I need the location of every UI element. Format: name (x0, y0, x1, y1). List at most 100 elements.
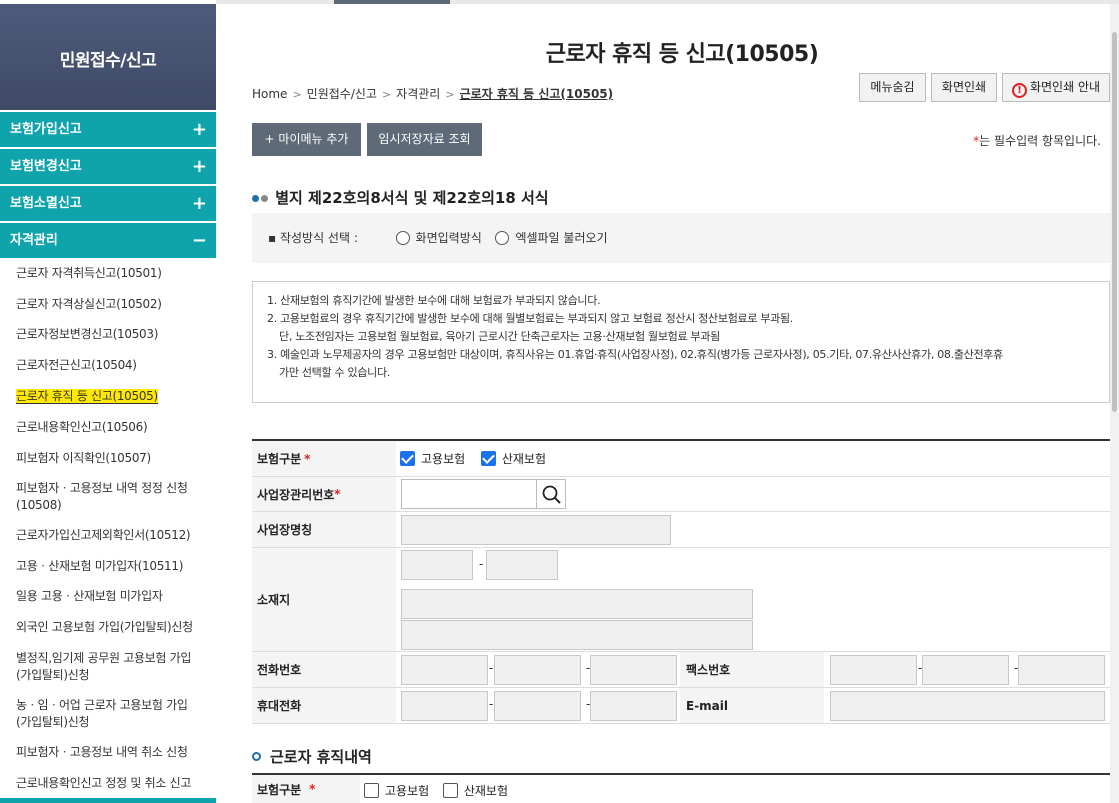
sidebar-section-label: 보험변경신고 (10, 159, 82, 174)
insurance-type-label: 보험구분 * (252, 441, 396, 476)
hide-menu-button[interactable]: 메뉴숨김 (859, 73, 926, 102)
sidebar-item-foreigner[interactable]: 외국인 고용보험 가입(가입탈퇴)신청 (16, 619, 212, 636)
checkbox-checked-icon (480, 451, 496, 466)
sidebar: 민원접수/신고 보험가입신고 + 보험변경신고 + 보험소멸신고 + 자격관리 … (0, 0, 216, 803)
radio-excel-import[interactable]: 엑셀파일 불러오기 (495, 231, 608, 245)
leave-insurance-options: 고용보험 산재보험 (364, 782, 508, 799)
biz-name-field (401, 515, 671, 545)
sidebar-item-10505-active[interactable]: 근로자 휴직 등 신고(10505) (16, 388, 212, 405)
phone-field-2 (494, 655, 581, 685)
method-select: ▪ 작성방식 선택 : 화면입력방식 엑셀파일 불러오기 (268, 231, 608, 245)
top-tab-active-indicator (334, 0, 450, 4)
leave-insurance-type-label: 보험구분 * (252, 775, 360, 803)
temp-saved-lookup-button[interactable]: 임시저장자료 조회 (367, 123, 482, 156)
sidebar-item-civil-servant[interactable]: 별정직,임기제 공무원 고용보험 가입 (가입탈퇴)신청 (16, 650, 212, 684)
sidebar-section-label: 보험소멸신고 (10, 196, 82, 211)
sidebar-item-daily-uninsured[interactable]: 일용 고용ㆍ산재보험 미가입자 (16, 588, 212, 605)
sidebar-item-10511[interactable]: 고용ㆍ산재보험 미가입자(10511) (16, 558, 212, 575)
notice-line: 3. 예술인과 노무제공자의 경우 고용보험만 대상이며, 휴직사유는 01.휴… (267, 348, 1003, 361)
address-field-2 (401, 620, 753, 650)
chevron-right-icon: > (292, 88, 302, 101)
radio-icon (495, 231, 510, 245)
print-button[interactable]: 화면인쇄 (931, 73, 997, 102)
checkbox-checked-icon (400, 451, 415, 466)
fax-field-2 (922, 655, 1009, 685)
fax-label: 팩스번호 (680, 652, 824, 687)
sidebar-item-10508[interactable]: 피보험자ㆍ고용정보 내역 정정 신청 (10508) (16, 480, 212, 514)
sidebar-item-10501[interactable]: 근로자 자격취득신고(10501) (16, 265, 212, 282)
breadcrumb: Home > 민원접수/신고 > 자격관리 > 근로자 휴직 등 신고(10505) (252, 85, 613, 102)
fax-field-3 (1018, 655, 1105, 685)
search-icon (542, 485, 561, 504)
scrollbar-thumb[interactable] (1112, 32, 1117, 412)
required-note: *는 필수입력 항목입니다. (973, 134, 1101, 148)
sidebar-item-10506[interactable]: 근로내용확인신고(10506) (16, 419, 212, 436)
sidebar-section-label: 보험가입신고 (10, 122, 82, 137)
notice-line: 2. 고용보험료의 경우 휴직기간에 발생한 보수에 대해 월별보험료는 부과되… (267, 312, 794, 325)
sidebar-item-cancel-request[interactable]: 피보험자ㆍ고용정보 내역 취소 신청 (16, 744, 212, 761)
zip-field-2 (486, 550, 558, 580)
mobile-field-2 (494, 691, 581, 721)
notice-line: 가만 선택할 수 있습니다. (279, 366, 390, 379)
fax-field-1 (830, 655, 917, 685)
row-biz-name: 사업장명칭 (252, 512, 1110, 548)
sidebar-section-insurance-join[interactable]: 보험가입신고 + (0, 112, 216, 147)
checkbox-unchecked-icon (442, 783, 458, 798)
leave-industrial-insurance-checkbox[interactable]: 산재보험 (442, 783, 508, 798)
row-biz-no: 사업장관리번호 * (252, 477, 1110, 512)
sidebar-section-insurance-change[interactable]: 보험변경신고 + (0, 149, 216, 184)
breadcrumb-home[interactable]: Home (252, 87, 287, 101)
email-label: E-mail (680, 688, 824, 723)
dash: - (489, 697, 494, 711)
sidebar-item-10507[interactable]: 피보험자 이직확인(10507) (16, 450, 212, 467)
mobile-field-3 (590, 691, 677, 721)
biz-no-input[interactable] (401, 479, 537, 509)
chevron-right-icon: > (381, 88, 392, 101)
phone-label: 전화번호 (252, 652, 396, 687)
phone-field-1 (401, 655, 488, 685)
sidebar-item-correction-cancel[interactable]: 근로내용확인신고 정정 및 취소 신고 (16, 775, 212, 792)
sidebar-section-qualification[interactable]: 자격관리 − (0, 223, 216, 258)
search-button[interactable] (536, 479, 566, 509)
sidebar-item-agri-worker[interactable]: 농ㆍ임ㆍ어업 근로자 고용보험 가입 (가입탈퇴)신청 (16, 697, 212, 731)
row-insurance-type: 보험구분 * 고용보험 산재보험 (252, 441, 1110, 477)
employment-insurance-checkbox[interactable]: 고용보험 (400, 451, 465, 466)
sidebar-item-10512[interactable]: 근로자가입신고제외확인서(10512) (16, 527, 212, 544)
biz-no-label: 사업장관리번호 * (252, 477, 396, 511)
breadcrumb-item[interactable]: 자격관리 (396, 87, 440, 101)
bullet-dots-icon (252, 188, 270, 206)
notice-box: 1. 산재보험의 휴직기간에 발생한 보수에 대해 보험료가 부과되지 않습니다… (252, 281, 1110, 403)
print-guide-button[interactable]: ! 화면인쇄 안내 (1002, 73, 1110, 102)
sidebar-item-10502[interactable]: 근로자 자격상실신고(10502) (16, 296, 212, 313)
mobile-label: 휴대전화 (252, 688, 396, 723)
breadcrumb-current[interactable]: 근로자 휴직 등 신고(10505) (460, 87, 614, 101)
leave-employment-insurance-checkbox[interactable]: 고용보험 (364, 783, 429, 798)
notice-line: 1. 산재보험의 휴직기간에 발생한 보수에 대해 보험료가 부과되지 않습니다… (267, 294, 601, 307)
sidebar-header: 민원접수/신고 (0, 4, 216, 110)
mobile-field-1 (401, 691, 488, 721)
chevron-right-icon: > (445, 88, 455, 101)
radio-screen-input[interactable]: 화면입력방식 (395, 231, 482, 245)
industrial-insurance-checkbox[interactable]: 산재보험 (480, 451, 546, 466)
add-mymenu-button[interactable]: + 마이메뉴 추가 (252, 123, 361, 156)
address-field-1 (401, 589, 753, 619)
sidebar-section-label: 자격관리 (10, 233, 58, 248)
email-field (830, 691, 1105, 721)
radio-icon (395, 231, 410, 245)
leave-section-heading: 근로자 휴직내역 (252, 746, 372, 767)
zip-field-1 (401, 550, 473, 580)
page-title: 근로자 휴직 등 신고(10505) (545, 42, 819, 67)
breadcrumb-item[interactable]: 민원접수/신고 (307, 87, 377, 101)
sidebar-section-insurance-loss[interactable]: 보험소멸신고 + (0, 186, 216, 221)
bullet-ring-icon (252, 752, 261, 761)
row-mobile-email: 휴대전화 - - E-mail (252, 688, 1110, 724)
scrollbar[interactable] (1110, 4, 1119, 803)
insurance-type-options: 고용보험 산재보험 (400, 450, 546, 467)
row-address: 소재지 - (252, 548, 1110, 652)
sidebar-item-10504[interactable]: 근로자전근신고(10504) (16, 357, 212, 374)
row-leave-insurance-type: 보험구분 * 고용보험 산재보험 (252, 773, 1110, 803)
dash: - (489, 661, 494, 675)
sidebar-item-10503[interactable]: 근로자정보변경신고(10503) (16, 326, 212, 343)
biz-name-label: 사업장명칭 (252, 512, 396, 547)
expand-icon: + (191, 119, 207, 140)
